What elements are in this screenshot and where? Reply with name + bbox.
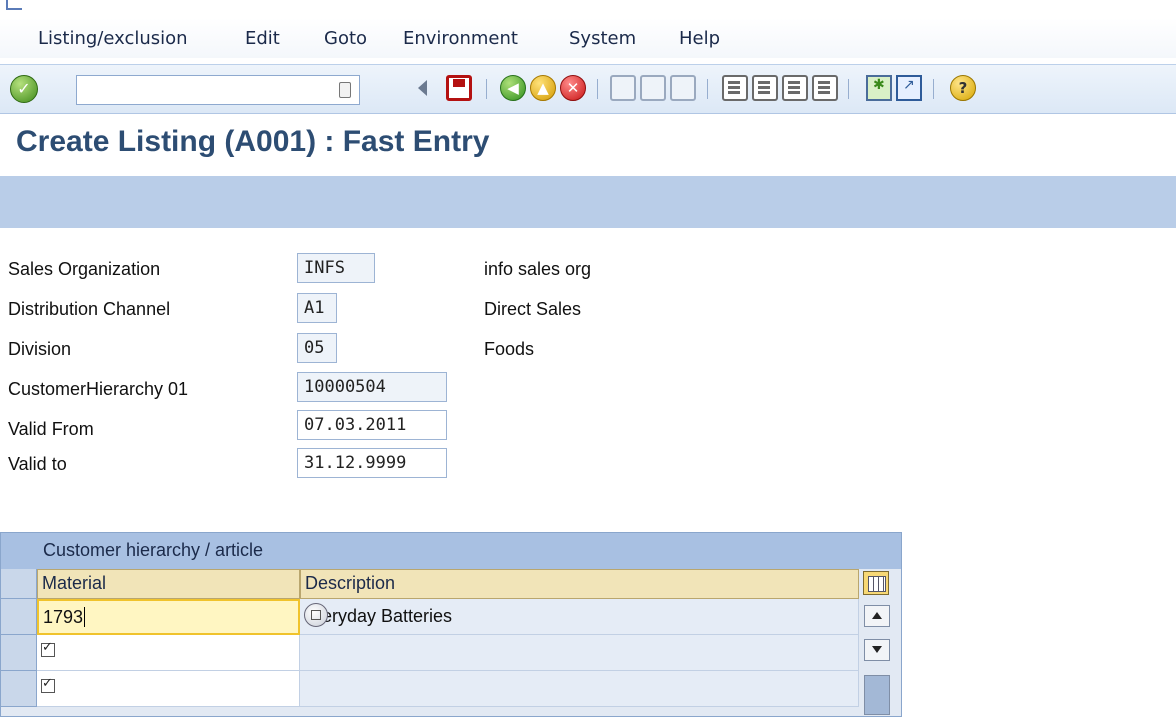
- select-all-cell[interactable]: [1, 569, 37, 599]
- material-cell[interactable]: 1793: [37, 599, 300, 635]
- collapse-icon[interactable]: [418, 80, 427, 96]
- menu-listing-exclusion[interactable]: Listing/exclusion: [38, 28, 188, 49]
- valid-from-label: Valid From: [8, 419, 94, 439]
- division-desc: Foods: [484, 339, 535, 359]
- material-value: 1793: [43, 607, 84, 627]
- separator: [707, 79, 708, 99]
- command-field[interactable]: [76, 75, 360, 105]
- vertical-scrollbar[interactable]: [862, 599, 894, 716]
- separator: [933, 79, 934, 99]
- scroll-down-icon[interactable]: [864, 639, 890, 661]
- checkbox-icon[interactable]: [41, 639, 55, 657]
- division-field[interactable]: 05: [297, 333, 337, 363]
- back-icon[interactable]: ◀: [500, 75, 526, 101]
- dist-channel-field[interactable]: A1: [297, 293, 337, 323]
- window-corner-icon: [6, 0, 22, 10]
- menu-edit[interactable]: Edit: [245, 28, 280, 49]
- valid-to-label: Valid to: [8, 454, 67, 474]
- description-value: eryday Batteries: [322, 605, 453, 626]
- dist-channel-desc: Direct Sales: [484, 299, 582, 319]
- cancel-icon[interactable]: ✕: [560, 75, 586, 101]
- column-header-description[interactable]: Description: [300, 569, 859, 599]
- next-page-icon[interactable]: [782, 75, 808, 101]
- column-header-material[interactable]: Material: [37, 569, 300, 599]
- material-cell[interactable]: [37, 635, 300, 671]
- menu-bar: Listing/exclusion Edit Goto Environment …: [0, 18, 1176, 58]
- column-settings-icon[interactable]: [863, 571, 889, 595]
- row-selector[interactable]: [1, 671, 37, 707]
- sales-org-field[interactable]: INFS: [297, 253, 375, 283]
- enter-icon[interactable]: ✓: [10, 75, 38, 103]
- application-toolbar: [0, 176, 1176, 228]
- separator: [597, 79, 598, 99]
- command-dropdown-icon[interactable]: [339, 82, 351, 98]
- valid-from-field[interactable]: 07.03.2011: [297, 410, 447, 440]
- print-icon: [610, 75, 636, 101]
- menu-help[interactable]: Help: [679, 28, 720, 49]
- exit-icon[interactable]: ▲: [530, 75, 556, 101]
- table-title-bar: Customer hierarchy / article: [1, 533, 901, 569]
- separator: [486, 79, 487, 99]
- help-icon[interactable]: ?: [950, 75, 976, 101]
- menu-environment[interactable]: Environment: [403, 28, 518, 49]
- find-icon: [640, 75, 666, 101]
- scroll-thumb[interactable]: [864, 675, 890, 715]
- cust-hier-label: CustomerHierarchy 01: [8, 379, 189, 399]
- checkbox-icon[interactable]: [41, 675, 55, 693]
- table-control: Customer hierarchy / article Material De…: [0, 532, 902, 717]
- sales-org-label: Sales Organization: [8, 259, 161, 279]
- find-next-icon: [670, 75, 696, 101]
- table-title: Customer hierarchy / article: [43, 540, 264, 560]
- new-session-icon[interactable]: [866, 75, 892, 101]
- save-icon[interactable]: [446, 75, 472, 101]
- page-title: Create Listing (A001) : Fast Entry: [16, 125, 490, 158]
- sales-org-desc: info sales org: [484, 259, 592, 279]
- standard-toolbar: ✓ ◀ ▲ ✕ ?: [0, 64, 1176, 114]
- last-page-icon[interactable]: [812, 75, 838, 101]
- valid-to-field[interactable]: 31.12.9999: [297, 448, 447, 478]
- first-page-icon[interactable]: [722, 75, 748, 101]
- row-selector[interactable]: [1, 635, 37, 671]
- description-cell: [300, 635, 859, 671]
- material-cell[interactable]: [37, 671, 300, 707]
- description-cell: [300, 671, 859, 707]
- separator: [848, 79, 849, 99]
- dist-channel-label: Distribution Channel: [8, 299, 171, 319]
- previous-page-icon[interactable]: [752, 75, 778, 101]
- text-cursor: [84, 607, 86, 627]
- division-label: Division: [8, 339, 72, 359]
- menu-system[interactable]: System: [569, 28, 636, 49]
- row-selector[interactable]: [1, 599, 37, 635]
- scroll-up-icon[interactable]: [864, 605, 890, 627]
- shortcut-icon[interactable]: [896, 75, 922, 101]
- description-cell: eryday Batteries: [300, 599, 859, 635]
- menu-goto[interactable]: Goto: [324, 28, 367, 49]
- value-help-icon[interactable]: [304, 603, 328, 627]
- cust-hier-field[interactable]: 10000504: [297, 372, 447, 402]
